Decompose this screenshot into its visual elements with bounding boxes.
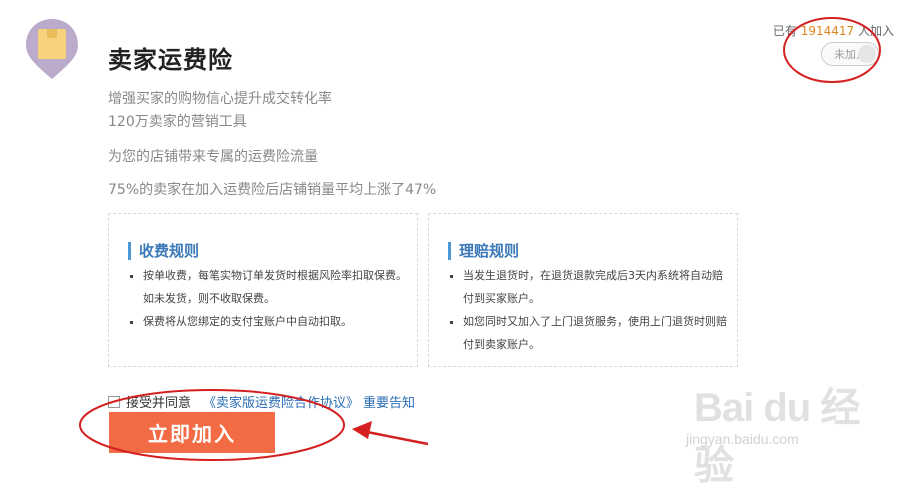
annotation-overlay xyxy=(79,17,881,461)
annotation-arrow-head xyxy=(352,421,372,439)
annotation-circle-status xyxy=(783,17,881,83)
annotation-arrow-line xyxy=(361,429,429,446)
annotation-circle-button xyxy=(79,389,345,461)
